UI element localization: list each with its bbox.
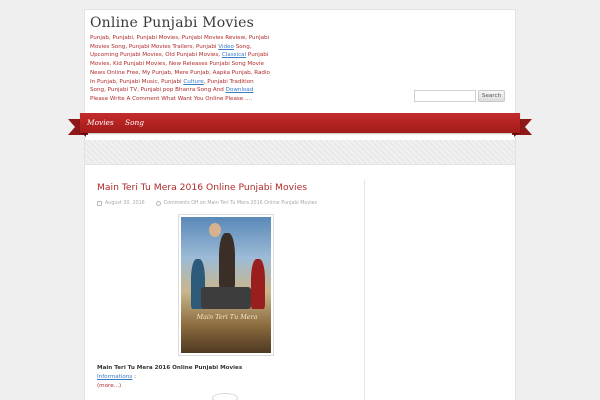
- poster-title-logo: Main Teri Tu Mera: [196, 313, 258, 321]
- poster-vehicle: [201, 287, 251, 309]
- desc-text-5: Please Write A Comment What Want You Onl…: [90, 95, 253, 102]
- post-date[interactable]: August 30, 2016: [105, 201, 145, 206]
- poster-figure-child: [209, 223, 221, 237]
- site-description: Punjab, Punjabi, Punjabi Movies, Punjabi…: [90, 34, 270, 104]
- excerpt-tail: :: [132, 374, 136, 380]
- post-comments: Comments Off on Main Teri Tu Mera 2016 O…: [163, 201, 317, 206]
- calendar-icon: [97, 201, 102, 206]
- video-link[interactable]: Video: [218, 44, 234, 50]
- sidebar-divider: [364, 180, 365, 400]
- nav-item-movies[interactable]: Movies: [87, 118, 114, 127]
- nav-item-song[interactable]: Song: [125, 118, 144, 127]
- poster-artwork: Main Teri Tu Mera: [181, 217, 271, 353]
- excerpt-bold-text: Main Teri Tu Mera 2016 Online Punjabi Mo…: [97, 365, 243, 371]
- post-separator-ornament: [212, 393, 238, 400]
- more-link[interactable]: (more...): [97, 383, 121, 389]
- search-button[interactable]: Search: [478, 90, 505, 102]
- post-poster-image[interactable]: Main Teri Tu Mera: [178, 214, 274, 356]
- post-excerpt: Main Teri Tu Mera 2016 Online Punjabi Mo…: [97, 364, 277, 391]
- comment-icon: [155, 201, 161, 206]
- search-input[interactable]: [414, 90, 476, 102]
- classical-link[interactable]: Classical: [222, 52, 246, 58]
- poster-figure-right: [251, 259, 265, 309]
- post-title[interactable]: Main Teri Tu Mera 2016 Online Punjabi Mo…: [97, 182, 307, 193]
- header-texture-band: [85, 140, 515, 165]
- main-nav: Movies Song: [80, 113, 520, 133]
- culture-link[interactable]: Culture: [183, 79, 203, 85]
- site-title[interactable]: Online Punjabi Movies: [90, 15, 254, 31]
- download-link[interactable]: Download: [226, 87, 254, 93]
- post-meta: August 30, 2016 Comments Off on Main Ter…: [97, 201, 317, 206]
- informations-link[interactable]: Informations: [97, 374, 132, 380]
- poster-figure-center: [219, 233, 235, 289]
